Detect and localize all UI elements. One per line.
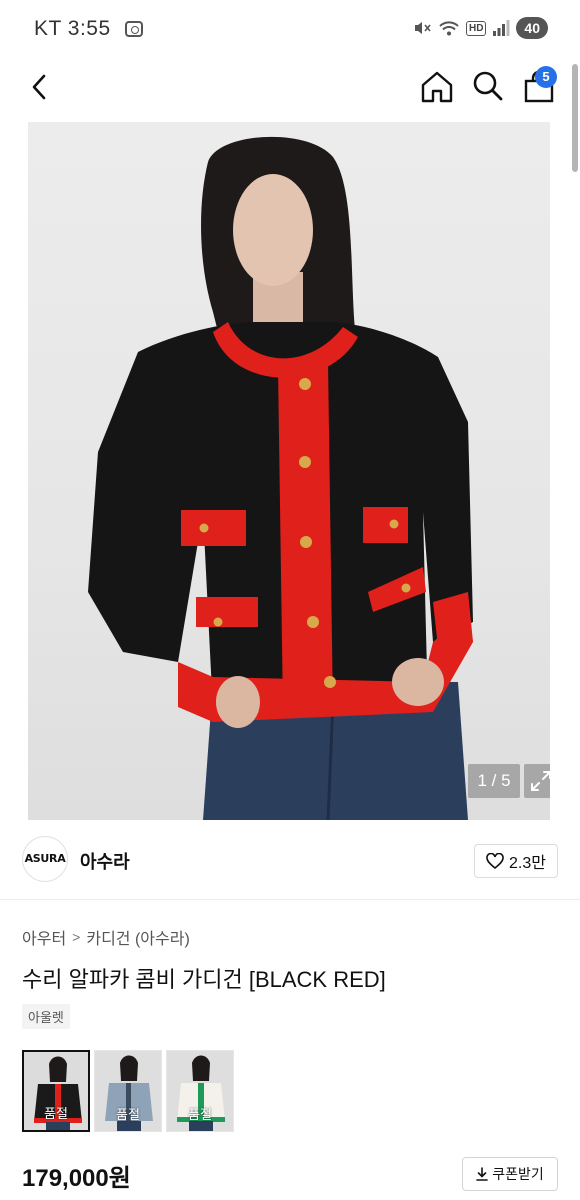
mute-icon [414,22,431,34]
download-icon [476,1167,489,1181]
top-navigation: 5 [0,58,580,118]
product-main-image[interactable]: 1 / 5 [28,122,550,820]
variant-thumb-blue[interactable]: 품절 [94,1050,162,1132]
variant-status: 품절 [116,1107,140,1122]
variant-status: 품절 [44,1106,68,1121]
back-button[interactable] [26,72,54,102]
breadcrumb-cardigan[interactable]: 카디건 (아수라) [86,925,189,949]
breadcrumb: 아우터 > 카디건 (아수라) [22,925,190,949]
coupon-label: 쿠폰받기 [492,1166,544,1182]
brand-row: ASURA 아수라 2.3만 [0,822,580,900]
variant-thumb-black-red[interactable]: 품절 [22,1050,90,1132]
brand-logo[interactable]: ASURA [22,836,68,882]
status-icons: HD 40 [412,17,548,39]
image-counter: 1 / 5 [468,764,520,798]
network-badge: HD [465,20,487,36]
variant-thumbnails: 품절 품절 품절 [22,1050,234,1132]
search-button[interactable] [472,70,504,102]
screenshot-icon [125,21,144,37]
like-button[interactable]: 2.3만 [474,844,558,878]
scrollbar-thumb[interactable] [572,64,578,172]
carrier-time-text: KT 3:55 [34,17,111,40]
like-count: 2.3만 [509,855,546,872]
product-title: 수리 알파카 콤비 가디건 [BLACK RED] [22,967,386,992]
cart-count-badge: 5 [535,66,557,88]
brand-name[interactable]: 아수라 [80,848,130,874]
wifi-icon [439,21,459,36]
variant-thumb-ivory-green[interactable]: 품절 [166,1050,234,1132]
status-time: KT 3:55 [34,17,144,41]
model-illustration [88,136,473,820]
status-bar: KT 3:55 HD 40 [0,0,580,58]
home-button[interactable] [420,70,454,104]
heart-icon [486,853,504,869]
product-price: 179,000원 [22,1165,131,1192]
outlet-tag: 아울렛 [22,1004,70,1029]
variant-status: 품절 [188,1107,212,1122]
coupon-button[interactable]: 쿠폰받기 [462,1157,558,1191]
breadcrumb-outer[interactable]: 아우터 [22,925,66,949]
signal-icon [493,20,510,36]
breadcrumb-separator: > [72,929,81,945]
battery-indicator: 40 [516,17,548,39]
expand-icon[interactable] [524,764,550,798]
